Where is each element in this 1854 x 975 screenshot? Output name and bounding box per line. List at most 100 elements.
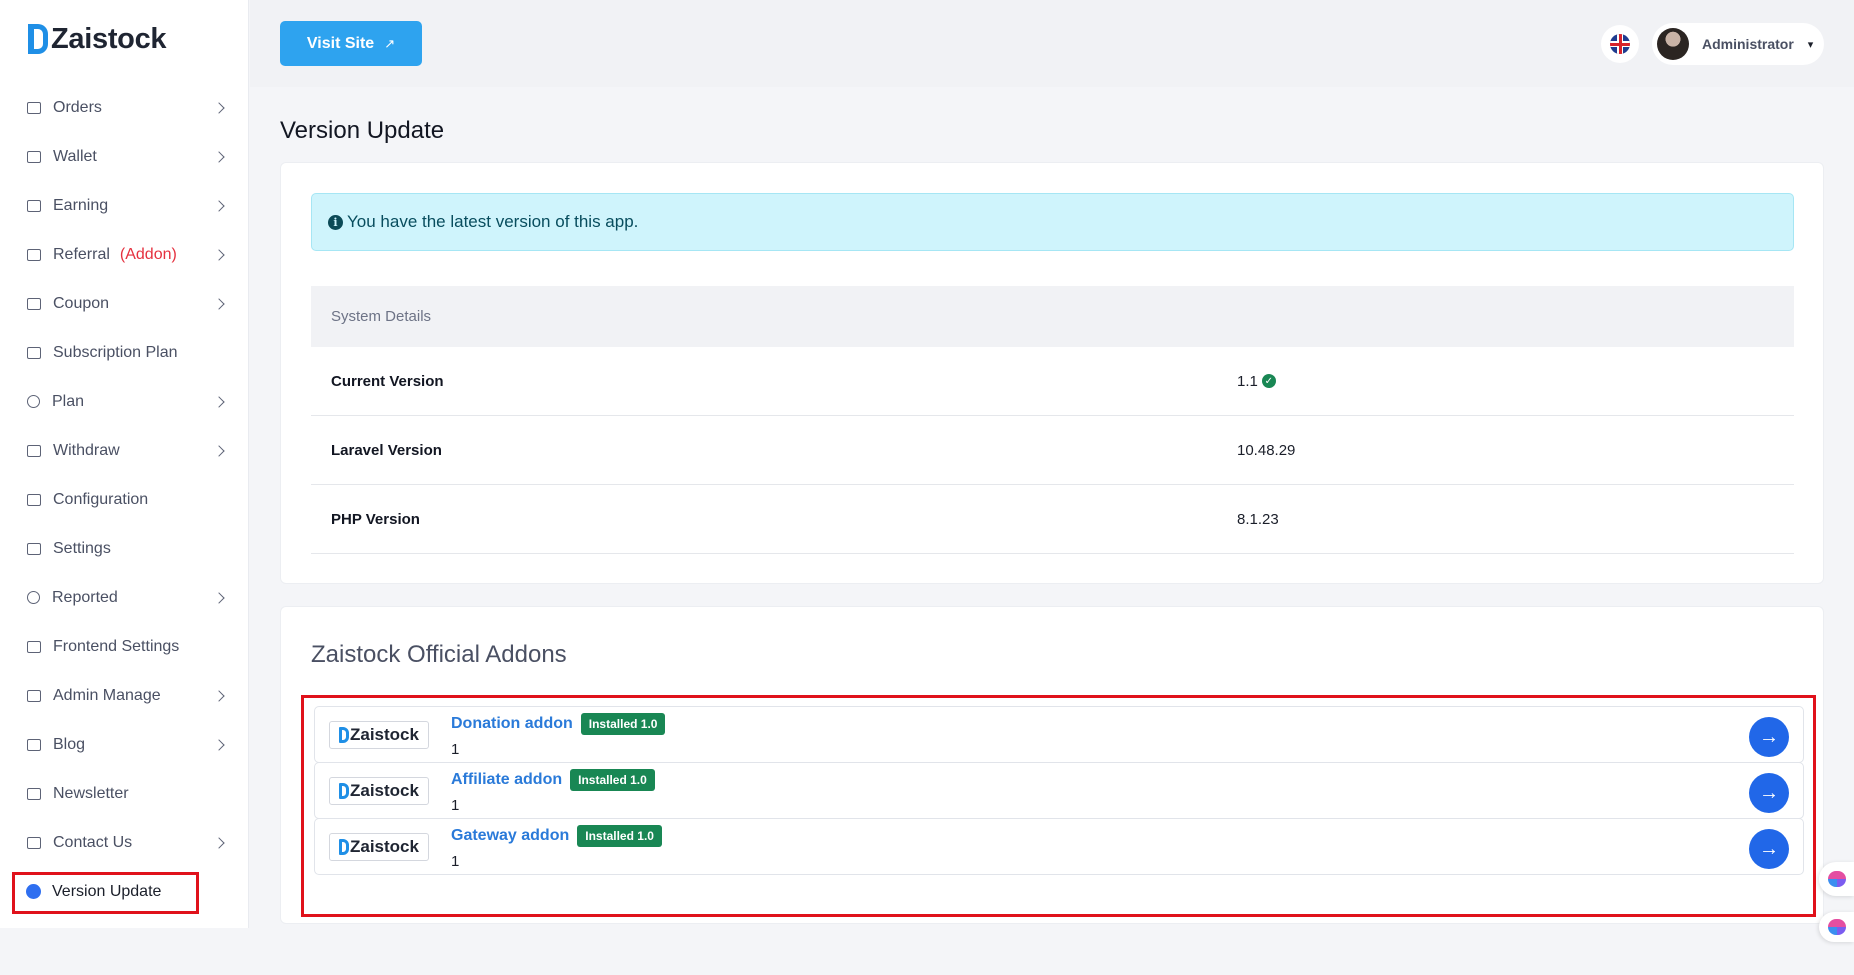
avatar xyxy=(1657,28,1689,60)
sidebar-item-label: Withdraw xyxy=(53,441,120,459)
sidebar-nav: Orders Wallet Earning Referral (Addon) Coupon… xyxy=(0,83,249,916)
installed-badge: Installed 1.0 xyxy=(570,769,655,791)
sidebar-item-orders[interactable]: Orders xyxy=(0,83,249,132)
sidebar-item-withdraw[interactable]: Withdraw xyxy=(0,426,249,475)
arrow-right-button[interactable]: → xyxy=(1749,717,1789,757)
table-row: PHP Version 8.1.23 xyxy=(311,485,1794,554)
sidebar-item-frontend-settings[interactable]: Frontend Settings xyxy=(0,622,249,671)
addon-logo-text: Zaistock xyxy=(350,725,419,744)
arrow-right-button[interactable]: → xyxy=(1749,773,1789,813)
user-menu[interactable]: Administrator ▾ xyxy=(1652,23,1824,65)
chevron-right-icon xyxy=(213,248,225,261)
sidebar-item-coupon[interactable]: Coupon xyxy=(0,279,249,328)
addon-description: 1 xyxy=(451,741,460,758)
addons-list: Zaistock Donation addon Installed 1.0 1 → Zai… xyxy=(301,695,1816,917)
assistant-widget[interactable] xyxy=(1819,862,1854,896)
page-title: Version Update xyxy=(280,117,445,144)
contact-icon xyxy=(27,836,41,849)
sidebar: Zaistock Orders Wallet Earning Referral (Add… xyxy=(0,0,249,928)
brain-icon xyxy=(1827,919,1846,935)
brain-icon xyxy=(1827,871,1846,887)
sidebar-item-newsletter[interactable]: Newsletter xyxy=(0,769,249,818)
sidebar-item-reported[interactable]: Reported xyxy=(0,573,249,622)
chevron-right-icon xyxy=(213,689,225,702)
sidebar-item-label: Frontend Settings xyxy=(53,637,180,655)
sidebar-item-label: Blog xyxy=(53,735,86,753)
installed-badge: Installed 1.0 xyxy=(580,713,666,735)
table-row: Current Version 1.1 ✓ xyxy=(311,347,1794,416)
visit-site-button[interactable]: Visit Site ↗ xyxy=(280,21,422,66)
logo-mark-icon xyxy=(339,783,349,799)
sidebar-item-subscription-plan[interactable]: Subscription Plan xyxy=(0,328,249,377)
system-value-text: 10.48.29 xyxy=(1237,441,1296,459)
addon-name: Gateway addon Installed 1.0 xyxy=(451,825,662,847)
sidebar-item-referral[interactable]: Referral (Addon) xyxy=(0,230,249,279)
chevron-right-icon xyxy=(213,738,225,751)
chevron-right-icon xyxy=(213,297,225,310)
chevron-right-icon xyxy=(213,591,225,604)
topbar: Visit Site ↗ Administrator ▾ xyxy=(250,0,1854,87)
addon-name-link[interactable]: Gateway addon xyxy=(451,827,569,845)
logo-mark-icon xyxy=(28,24,48,54)
sidebar-item-blog[interactable]: Blog xyxy=(0,720,249,769)
gear-box-icon xyxy=(27,542,41,555)
sidebar-item-earning[interactable]: Earning xyxy=(0,181,249,230)
chevron-right-icon xyxy=(213,444,225,457)
system-value: 8.1.23 xyxy=(1237,511,1279,528)
box-icon xyxy=(27,346,41,359)
alert-text: You have the latest version of this app. xyxy=(347,212,639,231)
logo-text: Zaistock xyxy=(51,22,167,55)
visit-site-label: Visit Site xyxy=(306,34,375,52)
version-card: i You have the latest version of this ap… xyxy=(280,162,1824,584)
sidebar-item-label: Orders xyxy=(53,98,102,116)
system-details-header: System Details xyxy=(311,286,1794,347)
addon-description: 1 xyxy=(451,853,460,870)
sidebar-item-configuration[interactable]: Configuration xyxy=(0,475,249,524)
addon-logo-text: Zaistock xyxy=(350,837,419,856)
sidebar-item-label: Settings xyxy=(53,539,111,557)
sidebar-item-contact-us[interactable]: Contact Us xyxy=(0,818,249,867)
check-circle-icon: ✓ xyxy=(1261,374,1276,388)
arrow-right-icon: → xyxy=(1759,725,1779,748)
app-logo[interactable]: Zaistock xyxy=(28,22,167,56)
addon-badge: (Addon) xyxy=(119,245,177,263)
chevron-down-icon: ▾ xyxy=(1807,38,1814,51)
addon-name-link[interactable]: Affiliate addon xyxy=(451,771,562,789)
arrow-right-icon: → xyxy=(1759,837,1779,860)
system-value-text: 8.1.23 xyxy=(1237,510,1279,528)
sidebar-item-label: Subscription Plan xyxy=(53,343,178,361)
installed-badge: Installed 1.0 xyxy=(577,825,662,847)
chevron-right-icon xyxy=(213,199,225,212)
user-name: Administrator xyxy=(1702,36,1794,52)
coin-icon xyxy=(27,395,40,408)
share-icon xyxy=(27,248,41,261)
language-switcher[interactable] xyxy=(1601,25,1639,63)
chevron-right-icon xyxy=(213,150,225,163)
alert-icon xyxy=(27,591,40,604)
addons-card: Zaistock Official Addons Zaistock Donatio… xyxy=(280,606,1824,924)
ticket-icon xyxy=(27,297,41,310)
system-details-table: System Details Current Version 1.1 ✓ Larave… xyxy=(311,286,1794,554)
admin-icon xyxy=(27,689,41,702)
addon-name: Affiliate addon Installed 1.0 xyxy=(451,769,655,791)
money-icon xyxy=(27,199,41,212)
system-key: Current Version xyxy=(331,372,444,390)
sidebar-item-settings[interactable]: Settings xyxy=(0,524,249,573)
arrow-right-icon: → xyxy=(1759,781,1779,804)
chevron-right-icon xyxy=(213,101,225,114)
sidebar-item-plan[interactable]: Plan xyxy=(0,377,249,426)
sidebar-item-wallet[interactable]: Wallet xyxy=(0,132,249,181)
table-row: Laravel Version 10.48.29 xyxy=(311,416,1794,485)
chevron-right-icon xyxy=(213,836,225,849)
addon-logo: Zaistock xyxy=(329,721,429,749)
assistant-widget-secondary[interactable] xyxy=(1819,912,1854,942)
system-key: Laravel Version xyxy=(331,441,442,459)
bag-icon xyxy=(27,444,41,457)
sidebar-item-label: Newsletter xyxy=(53,784,129,802)
wallet-icon xyxy=(27,150,41,163)
addon-name-link[interactable]: Donation addon xyxy=(451,715,573,733)
addon-logo: Zaistock xyxy=(329,833,429,861)
sidebar-item-admin-manage[interactable]: Admin Manage xyxy=(0,671,249,720)
arrow-right-button[interactable]: → xyxy=(1749,829,1789,869)
uk-flag-icon xyxy=(1610,34,1630,54)
